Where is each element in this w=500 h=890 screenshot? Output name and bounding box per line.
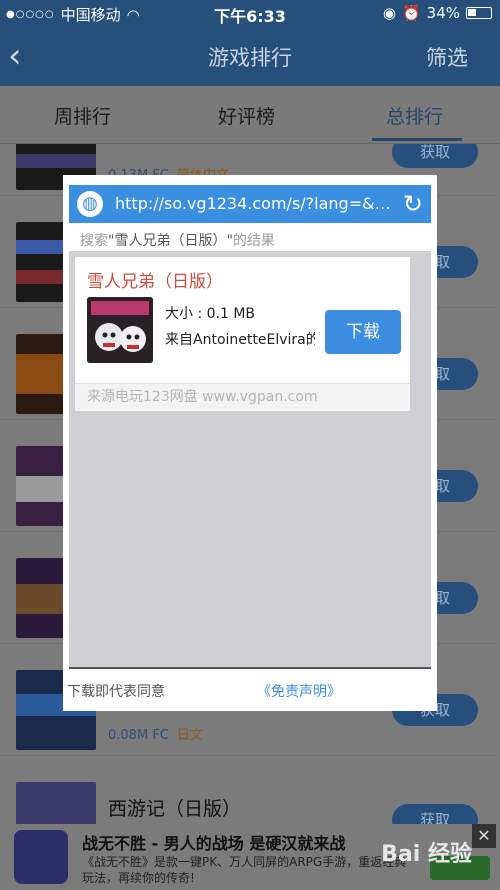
get-button[interactable]: 获取 <box>392 144 478 168</box>
game-title: 西游记（日版） <box>108 798 242 820</box>
divider <box>69 667 431 669</box>
result-game-thumbnail <box>87 297 153 363</box>
ad-description: 《战无不胜》是款一键PK、万人同屏的ARPG手游，重返经典玩法，再续你的传奇! <box>82 855 407 885</box>
close-icon[interactable]: ✕ <box>472 824 496 848</box>
get-button[interactable]: 获取 <box>392 804 478 824</box>
watermark-logo: Bai 经验 <box>381 842 472 867</box>
nav-bar: ‹ 游戏排行 筛选 <box>0 26 500 86</box>
download-button[interactable]: 下载 <box>325 310 401 354</box>
result-card: 雪人兄弟（日版） 大小 : 0.1 MB 来自AntoinetteElvira的 <box>75 257 410 411</box>
status-right: ◉ ⏰ 34% <box>383 4 492 22</box>
battery-percent: 34% <box>426 4 460 22</box>
ad-title: 战无不胜 - 男人的战场 是硬汉就来战 <box>82 834 346 853</box>
rotation-lock-icon: ◉ <box>382 4 396 22</box>
alarm-icon: ⏰ <box>401 4 421 22</box>
tab-bar: 周排行 好评榜 总排行 <box>0 86 500 144</box>
result-source: 来自AntoinetteElvira的 <box>165 332 315 348</box>
agree-text: 下载即代表同意 <box>67 684 165 700</box>
disclaimer-link[interactable]: 《免责声明》 <box>257 681 341 701</box>
list-item[interactable]: 西游记（日版） 获取 <box>0 756 500 824</box>
active-tab-indicator <box>372 138 462 141</box>
url-bar: ◍ http://so.vg1234.com/s/?lang=&key... ↻ <box>69 185 431 223</box>
result-footer: 来源电玩123网盘 www.vgpan.com <box>75 383 410 411</box>
url-text: http://so.vg1234.com/s/?lang=&key... <box>115 194 393 213</box>
status-bar: ●○○○○ 中国移动 ◠ 下午6:33 ◉ ⏰ 34% <box>0 0 500 26</box>
result-game-name[interactable]: 雪人兄弟（日版） <box>87 267 223 292</box>
search-result-dialog: ◍ http://so.vg1234.com/s/?lang=&key... ↻… <box>63 175 437 711</box>
battery-icon <box>466 7 492 19</box>
search-summary: 搜索"雪人兄弟（日版）"的结果 <box>80 233 275 249</box>
refresh-icon[interactable]: ↻ <box>403 190 423 218</box>
globe-icon: ◍ <box>77 191 103 217</box>
filter-button[interactable]: 筛选 <box>426 42 468 72</box>
tab-weekly[interactable]: 周排行 <box>54 102 111 129</box>
result-panel: 雪人兄弟（日版） 大小 : 0.1 MB 来自AntoinetteElvira的 <box>69 251 431 667</box>
game-thumbnail <box>16 782 96 824</box>
result-size: 大小 : 0.1 MB <box>165 306 256 322</box>
tab-overall[interactable]: 总排行 <box>386 102 443 129</box>
page-title: 游戏排行 <box>208 46 292 70</box>
ad-app-icon <box>14 830 68 884</box>
tab-top-rated[interactable]: 好评榜 <box>218 102 275 129</box>
game-meta: 0.08M FC 日文 <box>108 728 203 743</box>
